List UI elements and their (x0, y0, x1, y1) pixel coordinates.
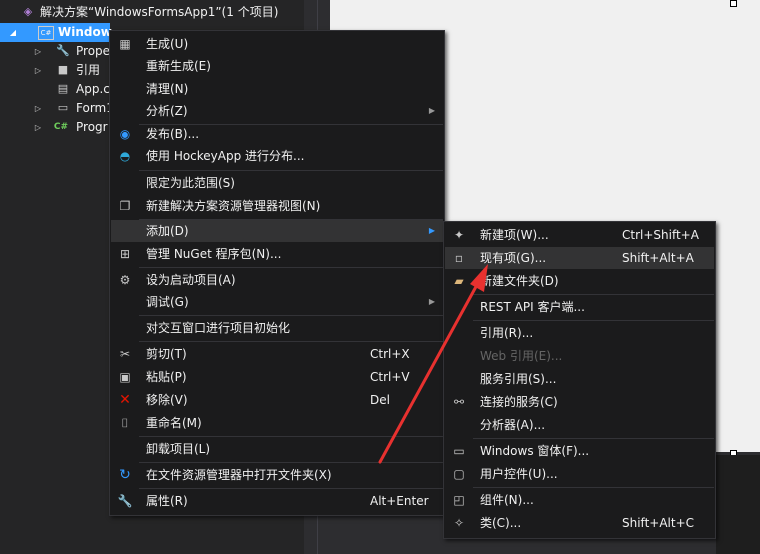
submenu-item-windows-form[interactable]: ▭ Windows 窗体(F)... (445, 440, 714, 462)
resize-handle-top[interactable] (730, 0, 737, 7)
collapse-arrow-icon[interactable]: ▷ (33, 99, 43, 118)
project-label: Window (58, 25, 112, 39)
menu-item-debug[interactable]: 调试(G) ▶ (111, 291, 443, 313)
context-menu: ▦ 生成(U) 重新生成(E) 清理(N) 分析(Z) ▶ ◉ 发布(B)...… (109, 30, 445, 516)
expand-arrow-icon[interactable]: ◢ (8, 23, 18, 42)
csharp-file-icon: C# (53, 122, 69, 132)
hockeyapp-icon: ◓ (119, 149, 131, 163)
menu-item-unload[interactable]: 卸载项目(L) (111, 438, 443, 460)
add-submenu: ✦ 新建项(W)... Ctrl+Shift+A ▫ 现有项(G)... Shi… (443, 221, 716, 539)
submenu-item-existing-item[interactable]: ▫ 现有项(G)... Shift+Alt+A (445, 247, 714, 269)
menu-item-scope[interactable]: 限定为此范围(S) (111, 172, 443, 194)
submenu-item-new-item[interactable]: ✦ 新建项(W)... Ctrl+Shift+A (445, 224, 714, 246)
nuget-icon: ⊞ (119, 247, 131, 261)
menu-separator (139, 488, 443, 489)
menu-item-remove[interactable]: ✕ 移除(V) Del (111, 389, 443, 411)
solution-icon: ◈ (23, 5, 33, 18)
menu-item-paste[interactable]: ▣ 粘贴(P) Ctrl+V (111, 366, 443, 388)
menu-item-open-folder[interactable]: ↻ 在文件资源管理器中打开文件夹(X) (111, 464, 443, 486)
build-icon: ▦ (119, 37, 131, 51)
menu-item-build[interactable]: ▦ 生成(U) (111, 33, 443, 55)
scissors-icon: ✂ (119, 347, 131, 361)
existing-item-icon: ▫ (454, 251, 464, 265)
refresh-folder-icon: ↻ (119, 467, 131, 483)
solution-node[interactable]: ◈ 解决方案“WindowsFormsApp1”(1 个项目) (0, 3, 304, 22)
menu-item-clean[interactable]: 清理(N) (111, 78, 443, 100)
menu-item-interactive-init[interactable]: 对交互窗口进行项目初始化 (111, 317, 443, 339)
menu-separator (139, 267, 443, 268)
submenu-item-rest-api[interactable]: REST API 客户端... (445, 296, 714, 318)
new-item-icon: ✦ (453, 228, 465, 242)
form-icon: ▭ (57, 101, 69, 114)
solution-label: 解决方案“WindowsFormsApp1”(1 个项目) (40, 5, 279, 19)
submenu-arrow-icon: ▶ (428, 106, 435, 115)
menu-separator (473, 438, 714, 439)
new-folder-icon: ▰ (454, 274, 464, 288)
submenu-item-reference[interactable]: 引用(R)... (445, 322, 714, 344)
submenu-item-connected-service[interactable]: ⚯ 连接的服务(C) (445, 391, 714, 413)
menu-separator (473, 320, 714, 321)
menu-item-publish[interactable]: ◉ 发布(B)... (111, 123, 443, 145)
submenu-item-service-reference[interactable]: 服务引用(S)... (445, 368, 714, 390)
component-icon: ◰ (453, 493, 465, 507)
submenu-item-class[interactable]: ✧ 类(C)... Shift+Alt+C (445, 512, 714, 534)
project-node[interactable]: ◢ C# Window (0, 23, 112, 42)
menu-item-properties[interactable]: 🔧 属性(R) Alt+Enter (111, 490, 443, 512)
form-surface-right (733, 0, 760, 452)
collapse-arrow-icon[interactable]: ▷ (33, 118, 43, 137)
submenu-item-analyzer[interactable]: 分析器(A)... (445, 414, 714, 436)
designer-background (716, 455, 760, 554)
reference-icon: ■ (57, 63, 69, 76)
menu-separator (473, 487, 714, 488)
submenu-arrow-icon: ▶ (428, 226, 435, 235)
wrench-icon: 🔧 (56, 44, 70, 57)
globe-icon: ◉ (119, 127, 131, 141)
windows-form-icon: ▭ (453, 444, 465, 458)
paste-icon: ▣ (119, 370, 131, 384)
collapse-arrow-icon[interactable]: ▷ (33, 61, 43, 80)
rename-icon: ⌷ (121, 416, 129, 430)
menu-separator (139, 170, 443, 171)
menu-separator (139, 462, 443, 463)
submenu-item-new-folder[interactable]: ▰ 新建文件夹(D) (445, 270, 714, 292)
submenu-item-component[interactable]: ◰ 组件(N)... (445, 489, 714, 511)
remove-icon: ✕ (119, 392, 131, 408)
csharp-project-icon: C# (38, 26, 54, 40)
menu-item-hockeyapp[interactable]: ◓ 使用 HockeyApp 进行分布... (111, 145, 443, 167)
class-icon: ✧ (453, 516, 465, 530)
menu-item-add[interactable]: 添加(D) ▶ (111, 220, 443, 242)
submenu-arrow-icon: ▶ (428, 297, 435, 306)
gear-icon: ⚙ (119, 273, 131, 287)
menu-separator (139, 315, 443, 316)
connected-service-icon: ⚯ (453, 395, 465, 409)
user-control-icon: ▢ (453, 467, 465, 481)
menu-separator (139, 341, 443, 342)
submenu-item-web-reference[interactable]: Web 引用(E)... (445, 345, 714, 367)
menu-item-set-startup[interactable]: ⚙ 设为启动项目(A) (111, 269, 443, 291)
menu-separator (473, 294, 714, 295)
wrench-icon: 🔧 (117, 494, 133, 508)
config-file-icon: ▤ (57, 82, 69, 95)
menu-item-rename[interactable]: ⌷ 重命名(M) (111, 412, 443, 434)
new-view-icon: ❐ (119, 199, 131, 213)
collapse-arrow-icon[interactable]: ▷ (33, 42, 43, 61)
menu-item-cut[interactable]: ✂ 剪切(T) Ctrl+X (111, 343, 443, 365)
menu-item-nuget[interactable]: ⊞ 管理 NuGet 程序包(N)... (111, 243, 443, 265)
menu-item-analyze[interactable]: 分析(Z) ▶ (111, 100, 443, 122)
menu-item-new-view[interactable]: ❐ 新建解决方案资源管理器视图(N) (111, 195, 443, 217)
menu-item-rebuild[interactable]: 重新生成(E) (111, 55, 443, 77)
menu-separator (139, 436, 443, 437)
submenu-item-user-control[interactable]: ▢ 用户控件(U)... (445, 463, 714, 485)
